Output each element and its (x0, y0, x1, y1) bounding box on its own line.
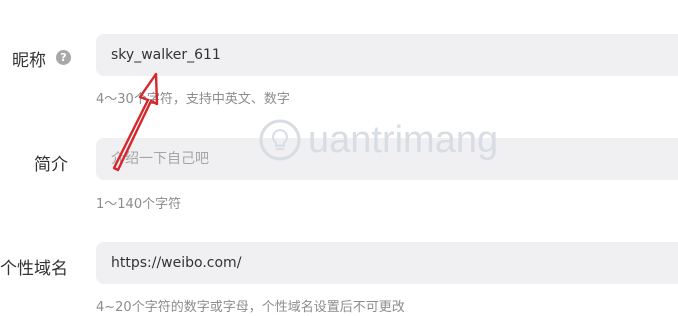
domain-input[interactable]: https://weibo.com/ (96, 242, 678, 284)
bio-hint: 1～140个字符 (96, 197, 182, 212)
domain-hint: 4~20个字符的数字或字母，个性域名设置后不可更改 (96, 300, 405, 315)
profile-settings-form: 昵称 ? sky_walker_611 4～30个字符，支持中英文、数字 简介 … (0, 0, 678, 316)
nickname-label: 昵称 (12, 51, 46, 71)
bio-input[interactable]: 介绍一下自己吧 (96, 138, 678, 180)
domain-label: 个性域名 (0, 259, 68, 279)
nickname-hint: 4～30个字符，支持中英文、数字 (96, 92, 290, 107)
help-icon[interactable]: ? (56, 50, 71, 65)
bio-label: 简介 (34, 155, 68, 175)
nickname-input[interactable]: sky_walker_611 (96, 34, 678, 76)
